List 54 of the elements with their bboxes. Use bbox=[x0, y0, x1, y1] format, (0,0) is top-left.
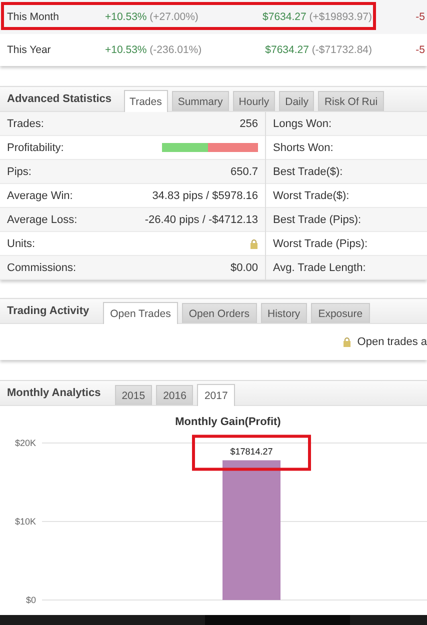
stat-label: Avg. Trade Length: bbox=[273, 262, 366, 274]
tab[interactable]: History bbox=[260, 303, 308, 323]
gain-change: (-236.01%) bbox=[150, 44, 202, 56]
tab[interactable]: 2015 bbox=[114, 385, 152, 405]
profit-change: (-$71732.84) bbox=[312, 44, 372, 56]
stat-label: Pips: bbox=[7, 166, 32, 178]
tab[interactable]: Trades bbox=[124, 90, 168, 112]
stat-label: Average Loss: bbox=[7, 214, 78, 226]
stat-value: 256 bbox=[240, 118, 258, 130]
stat-value: 650.7 bbox=[230, 166, 258, 178]
stat-label: Longs Won: bbox=[273, 118, 332, 130]
notice-text: Open trades a bbox=[357, 336, 427, 348]
stat-label: Best Trade($): bbox=[273, 166, 343, 178]
stat-value: 34.83 pips / $5978.16 bbox=[152, 190, 258, 202]
lock-icon bbox=[250, 238, 258, 248]
period-label: This Month bbox=[7, 11, 60, 23]
stat-label: Worst Trade (Pips): bbox=[273, 238, 368, 250]
stat-label: Profitability: bbox=[7, 142, 64, 154]
stat-label: Commissions: bbox=[7, 262, 76, 274]
profit-value: $7634.27 bbox=[265, 44, 309, 56]
table-cell-text: -5 bbox=[414, 44, 426, 56]
chart-title: Monthly Gain(Profit) bbox=[175, 416, 281, 428]
panel-title: Advanced Statistics bbox=[7, 93, 112, 105]
stat-value: -26.40 pips / -$4712.13 bbox=[144, 214, 258, 226]
stat-label: Best Trade (Pips): bbox=[273, 214, 362, 226]
axis-label: $20K bbox=[14, 438, 36, 448]
panel-title: Trading Activity bbox=[7, 305, 90, 317]
gain-change: (+27.00%) bbox=[150, 11, 198, 23]
tab[interactable]: Exposure bbox=[311, 303, 370, 323]
table-cell-text: -5 bbox=[414, 11, 426, 23]
profit-value: $7634.27 bbox=[262, 11, 306, 23]
tab[interactable]: Open Trades bbox=[103, 302, 178, 324]
axis-label: $0 bbox=[26, 595, 36, 605]
period-label: This Year bbox=[7, 44, 52, 56]
stat-label: Worst Trade($): bbox=[273, 190, 350, 202]
tab[interactable]: Open Orders bbox=[182, 303, 257, 323]
tab[interactable]: Daily bbox=[279, 91, 314, 111]
gain-value: +10.53% bbox=[105, 11, 147, 23]
tab[interactable]: Summary bbox=[172, 91, 229, 111]
stat-label: Trades: bbox=[7, 118, 44, 130]
axis-label: $10K bbox=[14, 516, 36, 526]
stat-label: Shorts Won: bbox=[273, 142, 334, 154]
value-label: $17814.27 bbox=[230, 446, 273, 456]
tab[interactable]: 2017 bbox=[197, 384, 235, 406]
profit-change: (+$19893.97) bbox=[309, 11, 372, 23]
stat-value: $0.00 bbox=[230, 262, 258, 274]
tab[interactable]: 2016 bbox=[156, 385, 194, 405]
stat-label: Units: bbox=[7, 238, 36, 250]
gain-value: +10.53% bbox=[105, 44, 147, 56]
stat-label: Average Win: bbox=[7, 190, 73, 202]
tab[interactable]: Risk Of Rui bbox=[318, 91, 384, 111]
tab[interactable]: Hourly bbox=[232, 91, 276, 111]
panel-title: Monthly Analytics bbox=[7, 387, 101, 399]
lock-icon bbox=[343, 337, 352, 347]
